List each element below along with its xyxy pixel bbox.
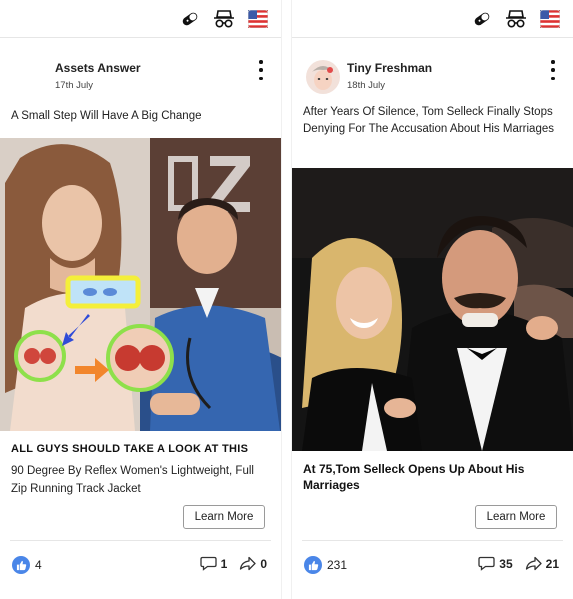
post-stats: 1 0 xyxy=(199,556,267,571)
top-bar xyxy=(292,0,573,38)
post-title: After Years Of Silence, Tom Selleck Fina… xyxy=(303,106,554,135)
learn-more-button[interactable]: Learn More xyxy=(475,505,557,529)
ad-card-right: Tiny Freshman 18th July After Years Of S… xyxy=(291,0,573,599)
engagement-bar: 231 35 21 xyxy=(292,556,573,578)
like-count: 231 xyxy=(327,558,348,572)
share-button[interactable]: 0 xyxy=(239,556,267,571)
engagement-bar: 4 1 0 xyxy=(0,556,281,578)
like-button[interactable]: 4 xyxy=(12,556,42,574)
comment-icon xyxy=(478,556,495,571)
like-button[interactable]: 231 xyxy=(304,556,347,574)
article-headline[interactable]: At 75,Tom Selleck Opens Up About His Mar… xyxy=(303,461,563,493)
top-bar xyxy=(0,0,281,38)
comment-button[interactable]: 35 xyxy=(478,556,513,571)
thumbs-up-icon xyxy=(304,556,322,574)
share-icon xyxy=(240,556,256,571)
us-flag-icon[interactable] xyxy=(539,8,561,30)
more-options-icon[interactable] xyxy=(547,58,559,82)
comment-count: 1 xyxy=(220,556,228,571)
incognito-icon[interactable] xyxy=(213,8,235,30)
ad-headline[interactable]: ALL GUYS SHOULD TAKE A LOOK AT THIS xyxy=(11,441,271,457)
share-button[interactable]: 21 xyxy=(525,556,559,571)
divider xyxy=(10,540,271,541)
thumbs-up-icon xyxy=(12,556,30,574)
ad-description: 90 Degree By Reflex Women's Lightweight,… xyxy=(11,465,254,495)
pill-icon[interactable] xyxy=(179,8,201,30)
top-icons xyxy=(179,8,269,30)
post-date: 18th July xyxy=(347,80,386,91)
divider xyxy=(302,540,563,541)
avatar[interactable] xyxy=(14,56,48,90)
author-name[interactable]: Tiny Freshman xyxy=(347,61,432,75)
share-count: 21 xyxy=(545,556,559,571)
ad-card-left: Assets Answer 17th July A Small Step Wil… xyxy=(0,0,282,599)
post-title: A Small Step Will Have A Big Change xyxy=(11,110,202,122)
like-count: 4 xyxy=(35,558,42,572)
post-date: 17th July xyxy=(55,80,94,91)
incognito-icon[interactable] xyxy=(505,8,527,30)
comment-button[interactable]: 1 xyxy=(199,556,228,571)
top-icons xyxy=(471,8,561,30)
article-image[interactable] xyxy=(292,168,573,451)
us-flag-icon[interactable] xyxy=(247,8,269,30)
comment-icon xyxy=(199,556,217,571)
author-name[interactable]: Assets Answer xyxy=(55,61,141,75)
comment-count: 35 xyxy=(499,556,513,571)
pill-icon[interactable] xyxy=(471,8,493,30)
post-header: Tiny Freshman 18th July xyxy=(292,56,573,104)
post-stats: 35 21 xyxy=(478,556,559,571)
share-icon xyxy=(525,556,542,571)
post-header: Assets Answer 17th July xyxy=(0,52,281,100)
more-options-icon[interactable] xyxy=(255,58,267,82)
ad-image[interactable] xyxy=(0,138,281,431)
avatar[interactable] xyxy=(306,60,340,94)
share-count: 0 xyxy=(260,556,267,571)
learn-more-button[interactable]: Learn More xyxy=(183,505,265,529)
